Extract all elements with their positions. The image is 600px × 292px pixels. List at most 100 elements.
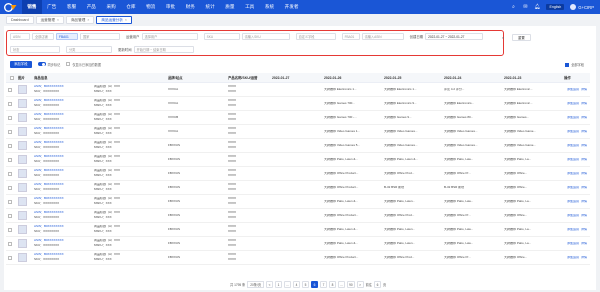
detail-link[interactable]: 详情 [581,144,587,148]
header-checkbox[interactable] [6,75,16,80]
row-checkbox[interactable] [6,241,16,246]
table-row[interactable]: ASIN：B0XXXXXXXX SKU：XXXXXXXX 商品标题（A）XXX MSK… [6,83,590,97]
next-page-button[interactable]: > [356,280,364,288]
product-thumbnail[interactable] [18,239,27,248]
detail-link[interactable]: 详情 [581,256,587,260]
tab-product-analysis[interactable]: 商品运营分析 × [96,15,132,24]
close-icon[interactable]: × [125,16,127,24]
bell-icon[interactable]: 🔔︎ [534,4,540,10]
nav-item[interactable]: 仓库 [121,0,141,14]
row-checkbox[interactable] [6,115,16,120]
update-time-range[interactable]: 开始日期 ~ 结束日期 [133,46,194,53]
add-operation-link[interactable]: 添加运营 [567,186,579,190]
detail-link[interactable]: 详情 [581,102,587,106]
row-checkbox[interactable] [6,227,16,232]
add-operation-link[interactable]: 添加运营 [567,130,579,134]
nav-item[interactable]: 产品 [81,0,101,14]
page-button[interactable]: 1 [275,280,283,288]
row-checkbox[interactable] [6,171,16,176]
page-size-select[interactable]: 20条/页 [247,280,265,288]
status-select[interactable]: 状态 [10,46,60,53]
user-menu[interactable]: G+CIRP [570,4,594,10]
nav-item[interactable]: 采购 [101,0,121,14]
row-checkbox[interactable] [6,185,16,190]
product-thumbnail[interactable] [18,169,27,178]
table-row[interactable]: ASIN：B0XXXXXXXX SKU：XXXXXXXX 商品标题（A）XXX MSK… [6,181,590,195]
page-button[interactable]: ... [338,280,346,288]
add-operation-link[interactable]: 添加运营 [567,102,579,106]
product-thumbnail[interactable] [18,155,27,164]
nav-item[interactable]: 广告 [42,0,62,14]
table-row[interactable]: ASIN：B0XXXXXXXX SKU：XXXXXXXX 商品标题（A）XXX MSK… [6,251,590,265]
row-checkbox[interactable] [6,157,16,162]
category-select[interactable]: 分类 [66,46,112,53]
platform-select[interactable]: FBA01 [56,33,78,40]
nav-item[interactable]: 开发者 [279,0,303,14]
product-thumbnail[interactable] [18,225,27,234]
add-field-button[interactable]: 添加字段 [10,60,32,68]
add-operation-link[interactable]: 添加运营 [567,228,579,232]
tab-products[interactable]: 商品管理 × [65,15,95,24]
row-checkbox[interactable] [6,143,16,148]
reset-button[interactable]: 重置 [512,34,531,41]
sku-input[interactable]: 请输入SKU [241,33,290,40]
detail-link[interactable]: 详情 [581,172,587,176]
sku-label-select[interactable]: SKU [203,33,240,40]
country-select[interactable]: 国家 [80,33,120,40]
sync-toggle[interactable]: 同步标记 [37,62,60,67]
add-operation-link[interactable]: 添加运营 [567,214,579,218]
tab-dashboard[interactable]: Dashboard [6,15,34,24]
product-thumbnail[interactable] [18,85,27,94]
page-button[interactable]: 8 [329,280,337,288]
row-checkbox[interactable] [6,255,16,260]
asin-type-select[interactable]: FBA01 [341,33,360,40]
date-range-input[interactable]: 2022-01-27 ~ 2022-01-27 [425,33,484,40]
close-icon[interactable]: × [57,16,59,24]
search-icon[interactable]: ⌕ [502,35,507,40]
product-thumbnail[interactable] [18,197,27,206]
row-checkbox[interactable] [6,213,16,218]
nav-item[interactable]: 工具 [240,0,260,14]
add-operation-link[interactable]: 添加运营 [567,158,579,162]
nav-item[interactable]: 统计 [200,0,220,14]
row-checkbox[interactable] [6,87,16,92]
detail-link[interactable]: 详情 [581,116,587,120]
nav-item[interactable]: 客服 [62,0,82,14]
page-button[interactable]: 90 [347,280,355,288]
table-row[interactable]: ASIN：B0XXXXXXXX SKU：XXXXXXXX 商品标题（A）XXX MSK… [6,209,590,223]
owner-select[interactable]: 选择用户 [141,33,198,40]
shop-select[interactable]: 全部店铺 [32,33,54,40]
nav-item[interactable]: 财务 [180,0,200,14]
product-thumbnail[interactable] [18,127,27,136]
detail-link[interactable]: 详情 [581,228,587,232]
add-operation-link[interactable]: 添加运营 [567,256,579,260]
page-button[interactable]: 6 [311,280,319,288]
close-icon[interactable]: × [87,16,89,24]
page-button[interactable]: 5 [302,280,310,288]
detail-link[interactable]: 详情 [581,130,587,134]
detail-link[interactable]: 详情 [581,214,587,218]
only-added-checkbox[interactable]: 仅显示已添加的数据 [66,62,101,67]
table-row[interactable]: ASIN：B0XXXXXXXX SKU：XXXXXXXX 商品标题（A）XXX MSK… [6,97,590,111]
table-row[interactable]: ASIN：B0XXXXXXXX SKU：XXXXXXXX 商品标题（A）XXX MSK… [6,125,590,139]
page-button[interactable]: 4 [293,280,301,288]
nav-item[interactable]: 系统 [260,0,280,14]
row-checkbox[interactable] [6,101,16,106]
row-checkbox[interactable] [6,199,16,204]
site-select[interactable]: ASIN [10,33,30,40]
language-switch-button[interactable]: English [546,4,565,10]
product-thumbnail[interactable] [18,113,27,122]
table-row[interactable]: ASIN：B0XXXXXXXX SKU：XXXXXXXX 商品标题（A）XXX MSK… [6,237,590,251]
row-checkbox[interactable] [6,129,16,134]
table-row[interactable]: ASIN：B0XXXXXXXX SKU：XXXXXXXX 商品标题（A）XXX MSK… [6,111,590,125]
table-row[interactable]: ASIN：B0XXXXXXXX SKU：XXXXXXXX 商品标题（A）XXX MSK… [6,153,590,167]
goto-page-input[interactable]: 6 [373,280,381,288]
app-logo[interactable] [0,0,22,14]
detail-link[interactable]: 详情 [581,200,587,204]
nav-item[interactable]: 销售 [22,0,42,14]
add-operation-link[interactable]: 添加运营 [567,200,579,204]
nav-item[interactable]: 质量 [220,0,240,14]
page-button[interactable]: 7 [320,280,328,288]
detail-link[interactable]: 详情 [581,88,587,92]
add-operation-link[interactable]: 添加运营 [567,242,579,246]
